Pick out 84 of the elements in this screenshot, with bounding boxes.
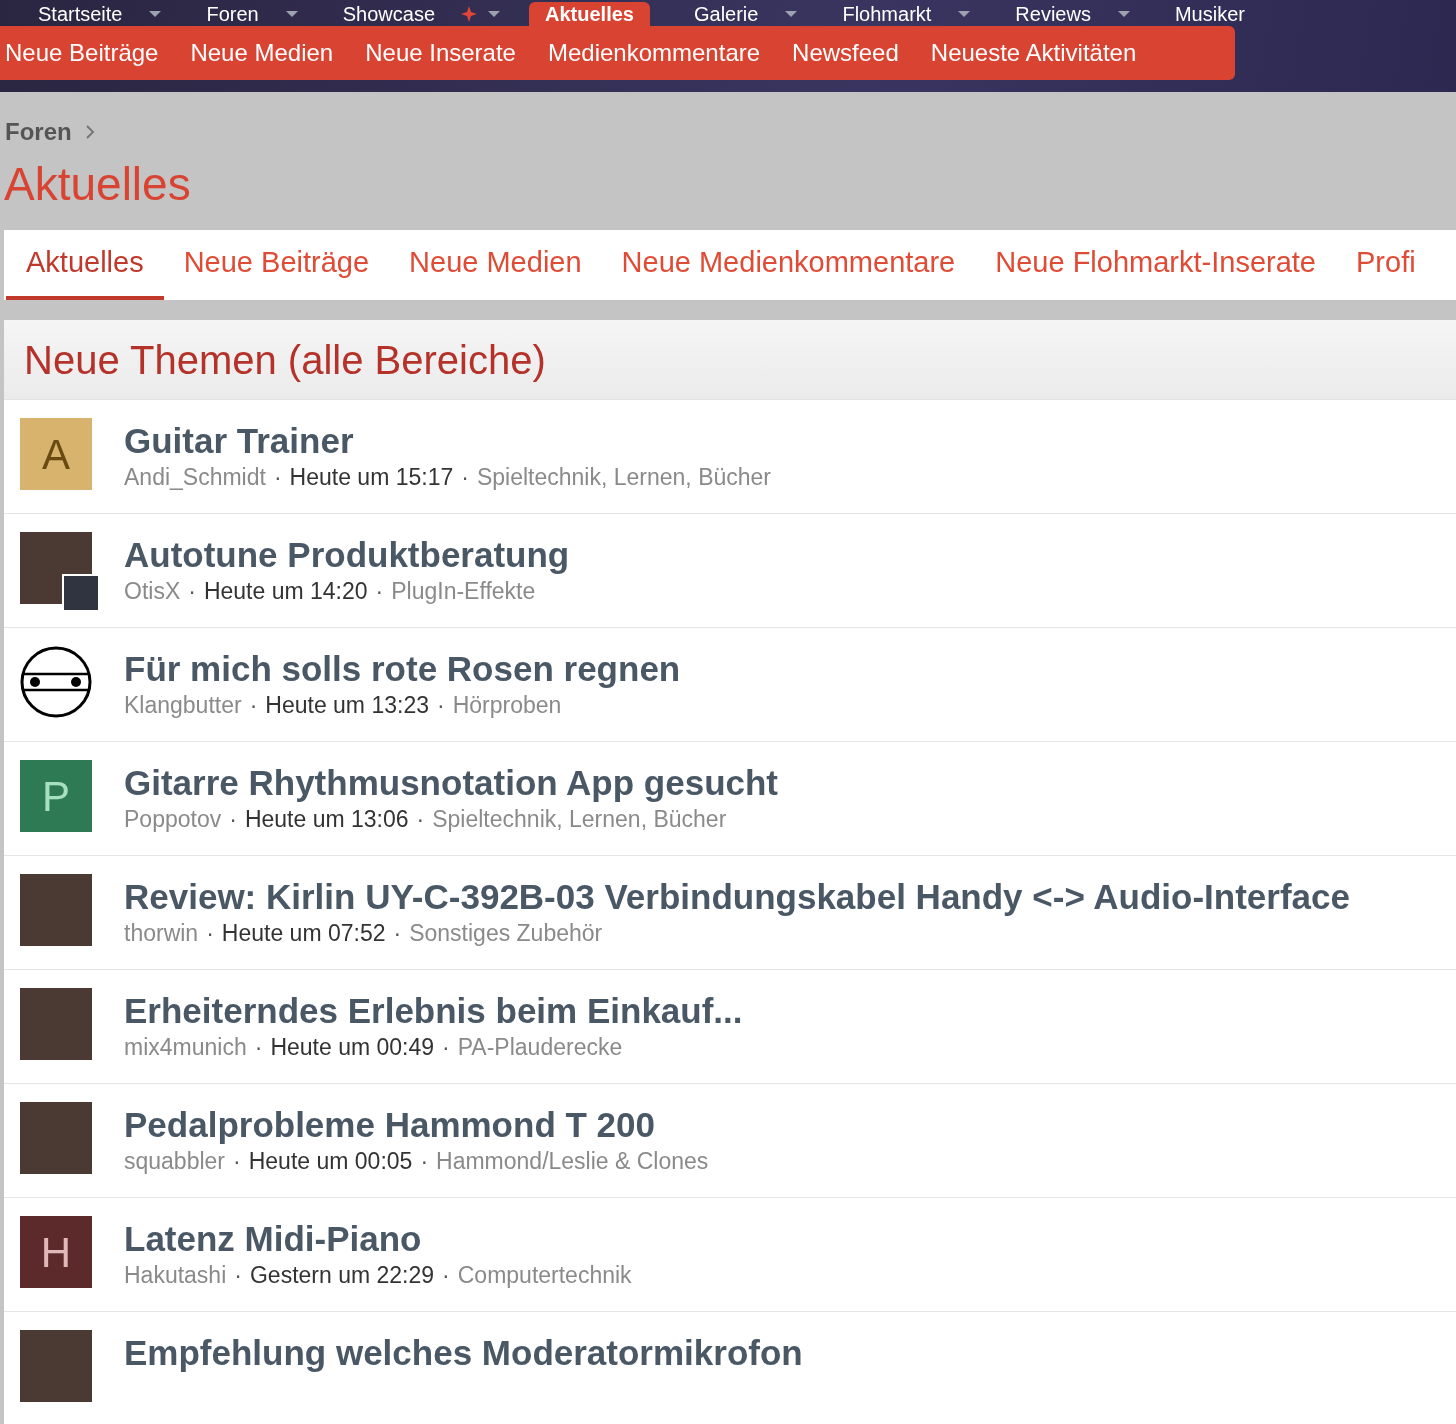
tab[interactable]: Neue Flohmarkt-Inserate (975, 230, 1336, 300)
forum-link[interactable]: Hammond/Leslie & Clones (436, 1146, 709, 1176)
author-link[interactable]: OtisX (124, 576, 181, 606)
tab[interactable]: Aktuelles (6, 230, 164, 300)
forum-link[interactable]: Spieltechnik, Lernen, Bücher (476, 462, 771, 492)
nav-tab[interactable]: Galerie (677, 2, 775, 26)
author-link[interactable]: thorwin (124, 918, 199, 948)
separator-dot: · (375, 577, 384, 606)
separator-dot: · (254, 1033, 263, 1062)
forum-link[interactable]: Sonstiges Zubehör (409, 918, 603, 948)
author-link[interactable]: Klangbutter (124, 690, 242, 720)
caret-icon (957, 9, 972, 19)
forum-link[interactable]: Computertechnik (457, 1260, 632, 1290)
post-time: Heute um 00:49 (270, 1033, 435, 1062)
photo-placeholder[interactable] (20, 532, 100, 612)
nav-tab[interactable]: Foren (190, 2, 275, 26)
separator-dot: · (249, 691, 258, 720)
post-time: Heute um 15:17 (289, 463, 454, 492)
section-header: Neue Themen (alle Bereiche) (4, 320, 1456, 400)
nav-tab[interactable]: Showcase (326, 2, 451, 26)
author-link[interactable]: squabbler (124, 1146, 226, 1176)
thread-title[interactable]: Guitar Trainer (124, 420, 771, 462)
post-time: Heute um 14:20 (203, 577, 368, 606)
tab[interactable]: Neue Medien (389, 230, 602, 300)
tab[interactable]: Neue Medienkommentare (601, 230, 976, 300)
post-time: Gestern um 22:29 (249, 1261, 435, 1290)
separator-dot: · (442, 1261, 450, 1290)
avatar-letter[interactable]: P (20, 760, 92, 832)
caret-icon (148, 9, 163, 19)
separator-dot: · (393, 919, 402, 948)
breadcrumb-link[interactable]: Foren (5, 114, 72, 150)
tab[interactable]: Profi (1336, 230, 1436, 300)
thread-title[interactable]: Review: Kirlin UY-C-392B-03 Verbindungskabel Handy <-> Audio-Interface (124, 876, 1350, 918)
post-time: Heute um 13:06 (244, 805, 409, 834)
forum-link[interactable]: PA-Plauderecke (457, 1032, 623, 1062)
forum-link[interactable]: Spieltechnik, Lernen, Bücher (432, 804, 727, 834)
author-link[interactable]: mix4munich (124, 1032, 247, 1062)
separator-dot: · (233, 1147, 241, 1176)
thread-title[interactable]: Empfehlung welches Moderatormikrofon (124, 1332, 803, 1374)
thread-title[interactable]: Latenz Midi-Piano (124, 1218, 632, 1260)
caret-icon (784, 9, 799, 19)
avatar-emblem-icon[interactable] (20, 646, 92, 718)
nav-tab[interactable]: Reviews (999, 2, 1107, 26)
separator-dot: · (273, 463, 282, 492)
post-time: Heute um 07:52 (221, 919, 386, 948)
sub-nav-link[interactable]: Neueste Aktivitäten (930, 35, 1137, 71)
thread-title[interactable]: Gitarre Rhythmusnotation App gesucht (124, 762, 778, 804)
separator-dot: · (234, 1261, 242, 1290)
forum-link[interactable]: PlugIn-Effekte (391, 576, 536, 606)
post-time: Heute um 13:23 (265, 691, 429, 720)
nav-tab[interactable]: Musiker (1158, 2, 1261, 26)
sub-nav-link[interactable]: Neue Beiträge (5, 35, 159, 71)
separator-dot: · (420, 1147, 429, 1176)
separator-dot: · (461, 463, 469, 492)
separator-dot: · (437, 691, 445, 720)
thread-title[interactable]: Autotune Produktberatung (124, 534, 570, 576)
sub-nav-link[interactable]: Neue Inserate (365, 35, 516, 71)
sub-nav-link[interactable]: Neue Medien (190, 35, 334, 71)
caret-icon (487, 9, 501, 19)
caret-icon (1116, 9, 1131, 19)
thread-title[interactable]: Pedalprobleme Hammond T 200 (124, 1104, 709, 1146)
caret-icon (284, 9, 299, 19)
nav-tab[interactable]: Aktuelles (529, 2, 650, 26)
author-link[interactable]: Poppotov (124, 804, 222, 834)
nav-tab[interactable]: Startseite (22, 2, 139, 26)
separator-dot: · (442, 1033, 450, 1062)
page-title: Aktuelles (3, 157, 192, 212)
author-link[interactable]: Hakutashi (124, 1260, 227, 1290)
separator-dot: · (188, 577, 196, 606)
nav-tab[interactable]: Flohmarkt (826, 2, 948, 26)
forum-link[interactable]: Hörproben (452, 690, 562, 720)
sub-nav-link[interactable]: Medienkommentare (547, 35, 761, 71)
separator-dot: · (416, 805, 425, 834)
separator-dot: · (229, 805, 237, 834)
chevron-right-icon (85, 125, 95, 139)
separator-dot: · (206, 919, 214, 948)
tab[interactable]: Neue Beiträge (163, 230, 390, 300)
thread-title[interactable]: Für mich solls rote Rosen regnen (124, 648, 681, 690)
post-time: Heute um 00:05 (248, 1147, 413, 1176)
avatar-letter[interactable]: H (20, 1216, 92, 1288)
thread-title[interactable]: Erheiterndes Erlebnis beim Einkauf... (124, 990, 743, 1032)
avatar-letter[interactable]: A (20, 418, 92, 490)
sub-nav-link[interactable]: Newsfeed (792, 35, 899, 71)
author-link[interactable]: Andi_Schmidt (124, 462, 266, 492)
